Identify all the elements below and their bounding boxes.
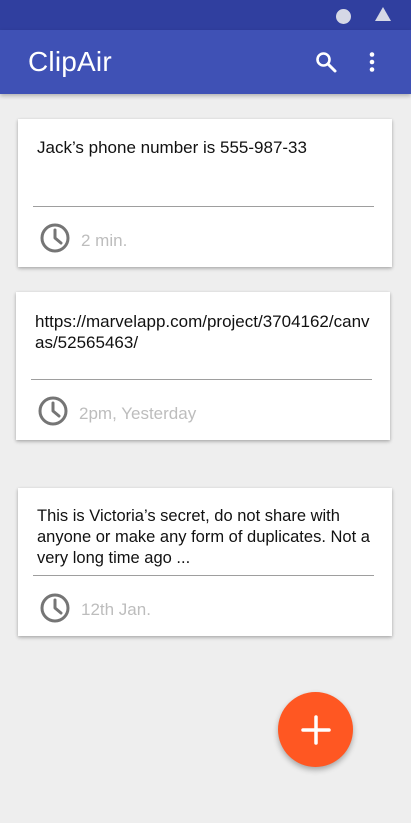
more-options-button[interactable]	[354, 44, 390, 80]
search-button[interactable]	[308, 44, 344, 80]
clip-card[interactable]: Jack’s phone number is 555-987-33 2 min.	[18, 119, 392, 267]
wifi-icon	[375, 7, 391, 21]
app-title: ClipAir	[28, 46, 112, 77]
card-divider	[31, 379, 372, 380]
clip-text: This is Victoria’s secret, do not share …	[37, 507, 370, 567]
clock-icon	[38, 396, 68, 426]
add-clip-button[interactable]	[278, 692, 353, 767]
clock-icon	[40, 593, 70, 623]
clip-time: 2pm, Yesterday	[79, 404, 197, 423]
add-icon	[300, 714, 331, 745]
app-bar: ClipAir	[0, 30, 411, 94]
status-bar	[0, 0, 411, 30]
card-divider	[33, 575, 374, 576]
clip-text: https://marvelapp.com/project/3704162/ca…	[35, 312, 370, 352]
more-vert-icon	[369, 52, 375, 72]
clip-card[interactable]: This is Victoria’s secret, do not share …	[18, 488, 392, 636]
card-divider	[33, 206, 374, 207]
clip-time: 2 min.	[81, 231, 128, 250]
clock-icon	[40, 223, 70, 253]
search-icon	[316, 52, 337, 73]
clip-time: 12th Jan.	[81, 600, 151, 619]
clip-card[interactable]: https://marvelapp.com/project/3704162/ca…	[16, 292, 390, 440]
signal-icon	[336, 9, 351, 24]
clip-text: Jack’s phone number is 555-987-33	[37, 138, 307, 157]
